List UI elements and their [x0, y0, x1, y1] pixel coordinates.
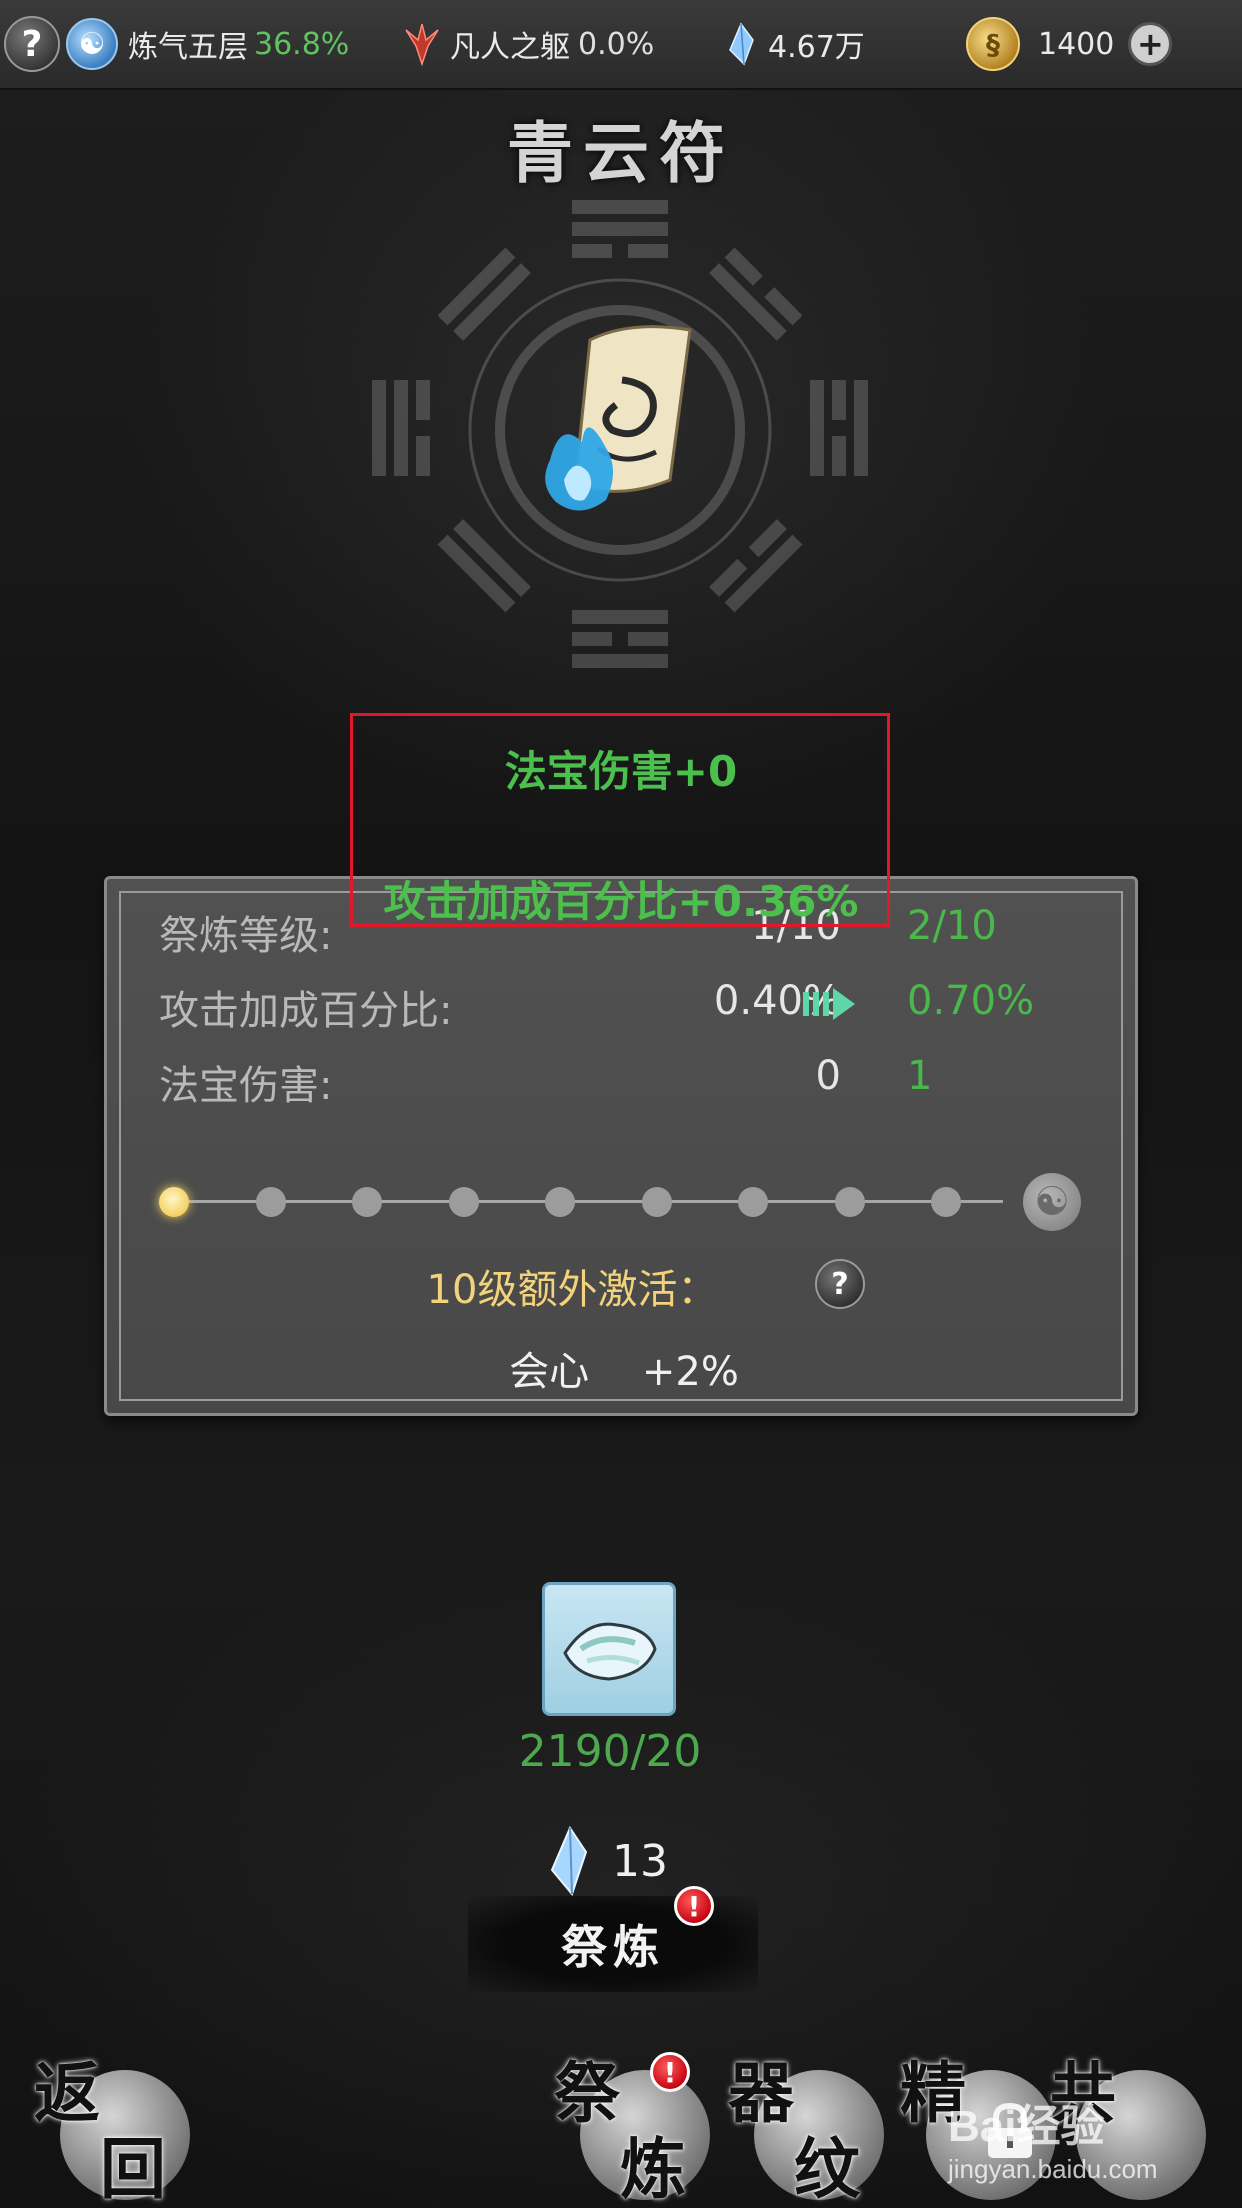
refine-cost: 13 — [548, 1826, 668, 1896]
floating-attack-text: 攻击加成百分比+0.36% — [383, 877, 859, 926]
cultivation-percent: 36.8% — [254, 26, 350, 62]
refine-button-label: 祭炼 — [561, 1920, 665, 1974]
nav-refine-alert-badge: ! — [650, 2052, 690, 2092]
level-dot — [931, 1187, 961, 1217]
stat-row-attack-bonus: 攻击加成百分比: 0.40% 0.70% — [107, 978, 1141, 1038]
stat-label: 法宝伤害: — [159, 1063, 333, 1109]
level-dot — [159, 1187, 189, 1217]
back-char-1: 返 — [34, 2054, 100, 2132]
body-stat[interactable]: 凡人之躯 0.0% — [402, 0, 654, 88]
floating-damage-text: 法宝伤害+0 — [504, 747, 738, 796]
extra-help-button[interactable]: ? — [815, 1259, 865, 1309]
upgrade-arrow-icon — [803, 988, 855, 1020]
crystal-stat[interactable]: 4.67万 — [726, 0, 865, 88]
help-button-wrapper[interactable]: ? — [4, 0, 60, 88]
nav-pattern-char-1: 器 — [728, 2054, 794, 2132]
refine-alert-badge: ! — [674, 1886, 714, 1926]
cost-amount: 13 — [612, 1835, 668, 1887]
stat-next: 1 — [907, 1053, 933, 1099]
level-dot — [545, 1187, 575, 1217]
cloth-material-icon — [563, 1622, 657, 1681]
stat-row-treasure-damage: 法宝伤害: 0 1 — [107, 1053, 1141, 1113]
stat-next: 0.70% — [907, 978, 1035, 1024]
bagua-talisman-emblem — [372, 200, 868, 668]
extra-stat: 会心 +2% — [107, 1339, 1141, 1397]
level-dot — [834, 1187, 865, 1217]
nav-refine-char-1: 祭 — [554, 2054, 620, 2132]
add-coins-button[interactable]: + — [1128, 22, 1173, 66]
coin-amount: 1400 — [1038, 26, 1115, 62]
top-status-bar: ? ☯ 炼气五层 36.8% 凡人之躯 0.0% 4.67万 § 1400 + — [0, 0, 1242, 90]
crystal-icon — [550, 1826, 588, 1896]
level-dot — [352, 1187, 382, 1217]
body-sigil-icon — [405, 23, 439, 67]
max-level-yin-yang-icon[interactable]: ☯ — [1023, 1173, 1081, 1231]
level-dot — [641, 1187, 672, 1217]
extra-activation-label: 10级额外激活： — [426, 1267, 718, 1313]
yin-yang-icon: ☯ — [66, 18, 118, 70]
watermark-url: jingyan.baidu.com — [948, 2154, 1158, 2184]
extra-stat-value: +2% — [641, 1349, 739, 1395]
refine-screen: ? ☯ 炼气五层 36.8% 凡人之躯 0.0% 4.67万 § 1400 + — [0, 0, 1242, 2208]
material-slot[interactable] — [542, 1582, 676, 1716]
panel-frame — [119, 891, 1123, 1401]
nav-pattern-char-2: 纹 — [794, 2130, 860, 2208]
refine-stats-panel: 祭炼等级: 1/10 2/10 攻击加成百分比: 0.40% 0.70% 法宝伤… — [104, 876, 1138, 1416]
stat-current: 0 — [815, 1053, 841, 1099]
watermark-brand: Bai经验 — [948, 2102, 1105, 2151]
level-track — [173, 1200, 1003, 1203]
level-dot — [255, 1187, 286, 1217]
level-dot — [738, 1187, 768, 1217]
body-percent: 0.0% — [578, 26, 655, 62]
material-count: 2190/20 — [518, 1726, 702, 1777]
nav-refine-tab[interactable]: 祭 炼 — [550, 2040, 720, 2208]
watermark: Bai经验 jingyan.baidu.com — [948, 2090, 1158, 2185]
cultivation-stat[interactable]: ☯ 炼气五层 36.8% — [66, 0, 349, 88]
crystal-amount: 4.67万 — [768, 30, 865, 65]
cultivation-label: 炼气五层 — [128, 30, 248, 65]
level-dot — [448, 1187, 479, 1217]
body-label: 凡人之躯 — [450, 30, 570, 65]
back-button[interactable]: 返 回 — [30, 2040, 200, 2208]
help-button[interactable]: ? — [4, 16, 60, 72]
extra-stat-name: 会心 — [509, 1349, 590, 1395]
nav-pattern-tab[interactable]: 器 纹 — [724, 2040, 894, 2208]
back-char-2: 回 — [100, 2130, 166, 2208]
nav-refine-char-2: 炼 — [620, 2130, 686, 2208]
crystal-icon — [729, 22, 754, 66]
refine-button[interactable]: 祭炼 — [468, 1896, 758, 1992]
dragon-coin-icon: § — [966, 17, 1020, 71]
coin-stat[interactable]: § 1400 + — [966, 0, 1173, 88]
stat-label: 攻击加成百分比: — [159, 988, 453, 1034]
